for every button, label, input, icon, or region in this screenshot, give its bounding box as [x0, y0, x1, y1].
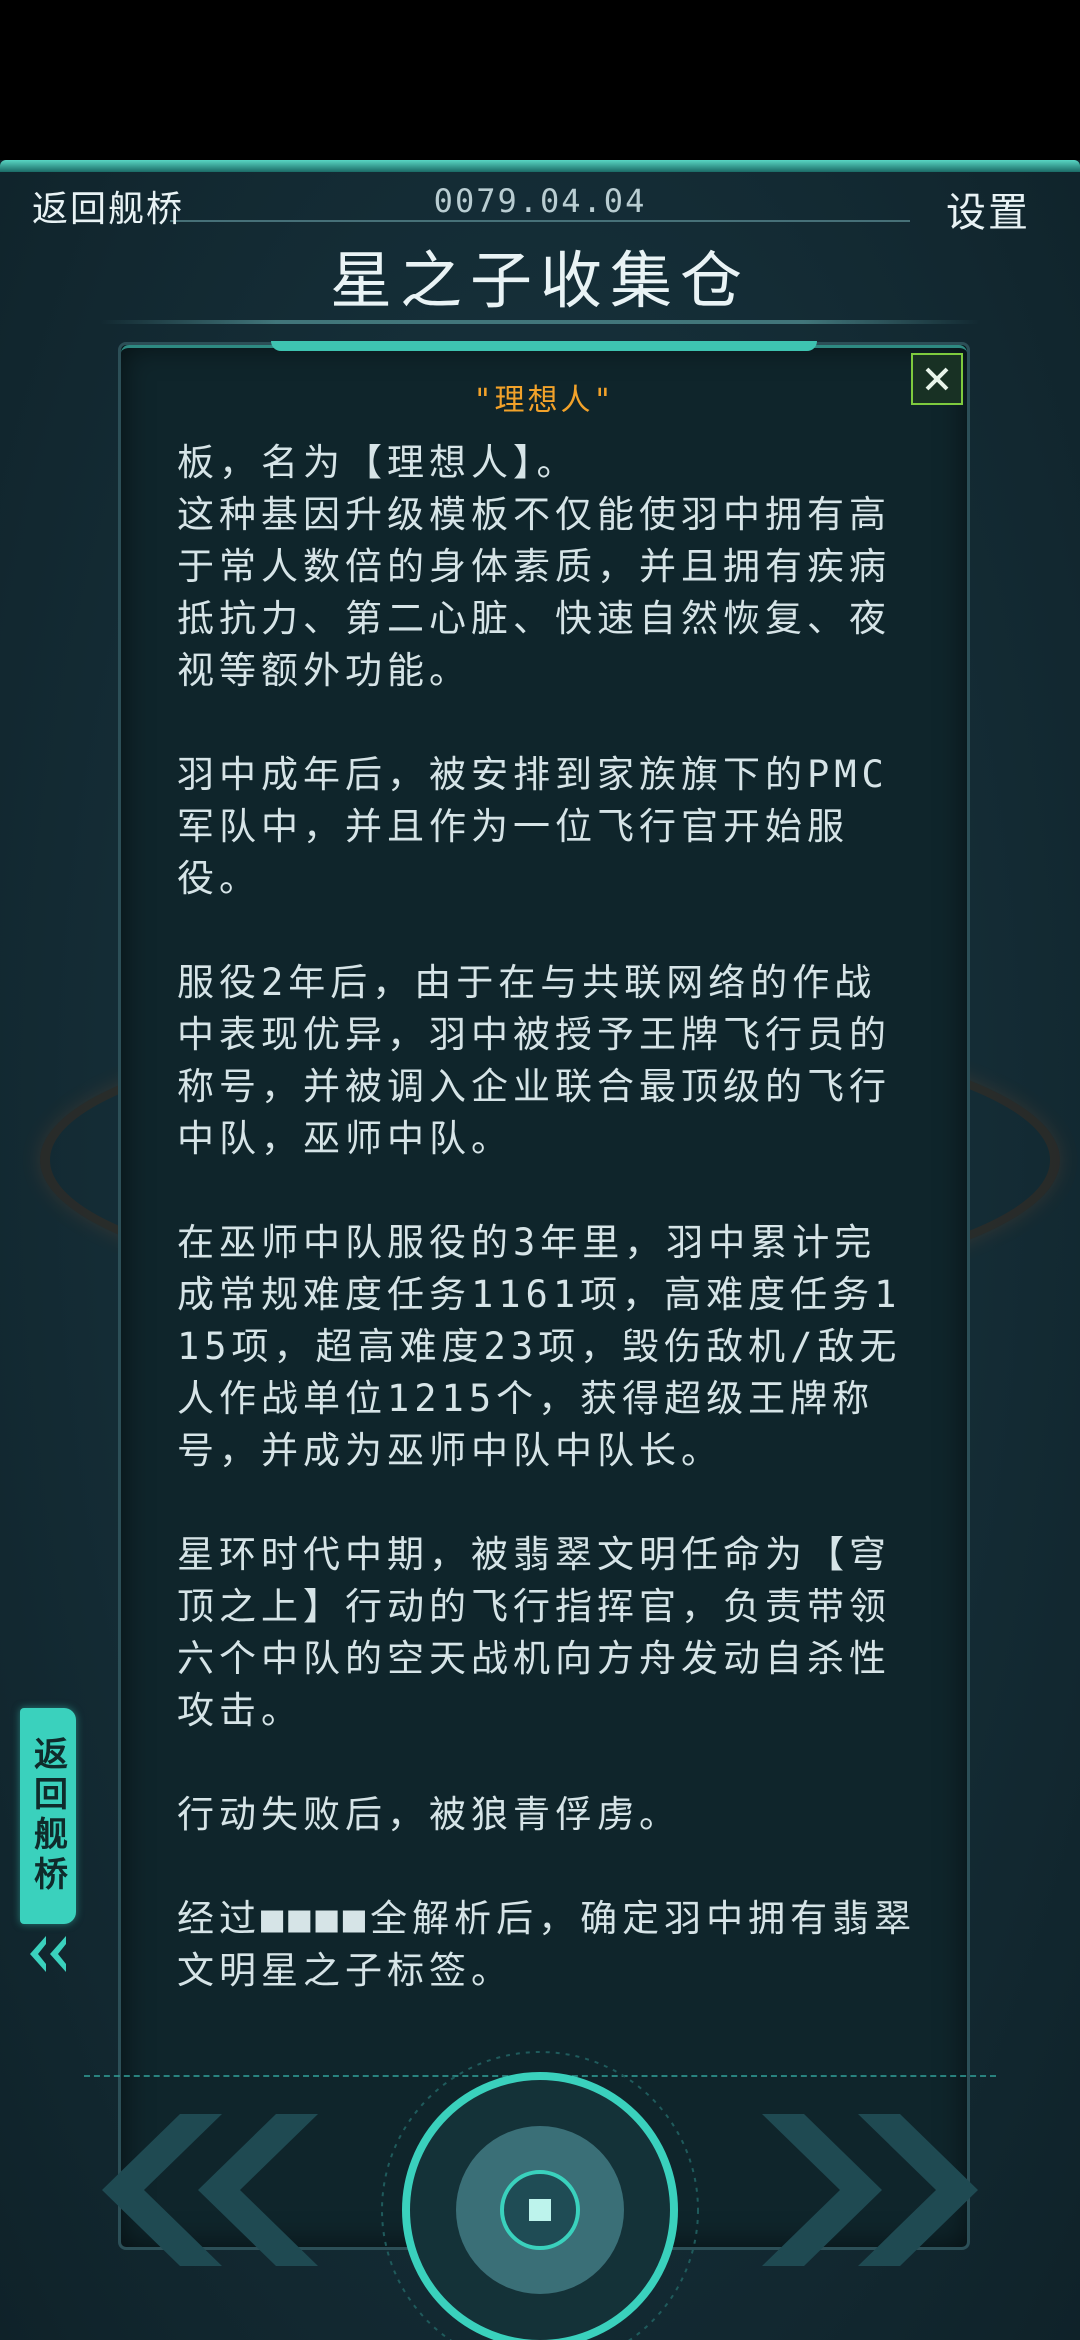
center-dial-icon: [381, 2051, 699, 2340]
bio-paragraph: 星环时代中期，被翡翠文明任命为【穹顶之上】行动的飞行指挥官，负责带领六个中队的空…: [177, 1533, 891, 1732]
character-name: "理想人": [473, 383, 615, 418]
title-underline: [100, 320, 980, 324]
bio-paragraph: 板，名为【理想人】。 这种基因升级模板不仅能使羽中拥有高于常人数倍的身体素质，并…: [177, 441, 891, 692]
bio-paragraph: 行动失败后，被狼青俘虏。: [177, 1793, 681, 1836]
double-chevron-left-icon: [102, 2114, 318, 2266]
double-chevron-left-icon[interactable]: [26, 1934, 70, 1974]
date-display: 0079.04.04: [433, 182, 647, 220]
bio-paragraph: 羽中成年后，被安排到家族旗下的PMC军队中，并且作为一位飞行官开始服役。: [177, 753, 889, 900]
side-back-to-bridge-tab[interactable]: 返回舰桥: [20, 1708, 76, 1924]
center-dial-button[interactable]: [378, 2048, 702, 2340]
character-bio-panel: "理想人" 板，名为【理想人】。 这种基因升级模板不仅能使羽中拥有高于常人数倍的…: [118, 341, 970, 2250]
page-title: 星之子收集仓: [329, 244, 750, 317]
bio-paragraph: 在巫师中队服役的3年里，羽中累计完成常规难度任务1161项，高难度任务115项，…: [177, 1221, 902, 1472]
game-screen: 返回舰桥 0079.04.04 设置 星之子收集仓 "理想人" 板，名为【理想人…: [0, 160, 1080, 2340]
next-button[interactable]: [760, 2110, 980, 2270]
bio-paragraph: 服役2年后，由于在与共联网络的作战中表现优异，羽中被授予王牌飞行员的称号，并被调…: [177, 961, 891, 1160]
side-tab-label: 返回舰桥: [27, 1736, 68, 1896]
bio-paragraph: 经过■■■■全解析后，确定羽中拥有翡翠文明星之子标签。: [177, 1897, 917, 1992]
top-frame-edge: [0, 160, 1080, 172]
bio-scroll-area[interactable]: 板，名为【理想人】。 这种基因升级模板不仅能使羽中拥有高于常人数倍的身体素质，并…: [177, 441, 917, 2221]
panel-top-accent: [271, 341, 817, 351]
double-chevron-right-icon: [762, 2114, 978, 2266]
header-divider: [170, 220, 910, 222]
previous-button[interactable]: [100, 2110, 320, 2270]
